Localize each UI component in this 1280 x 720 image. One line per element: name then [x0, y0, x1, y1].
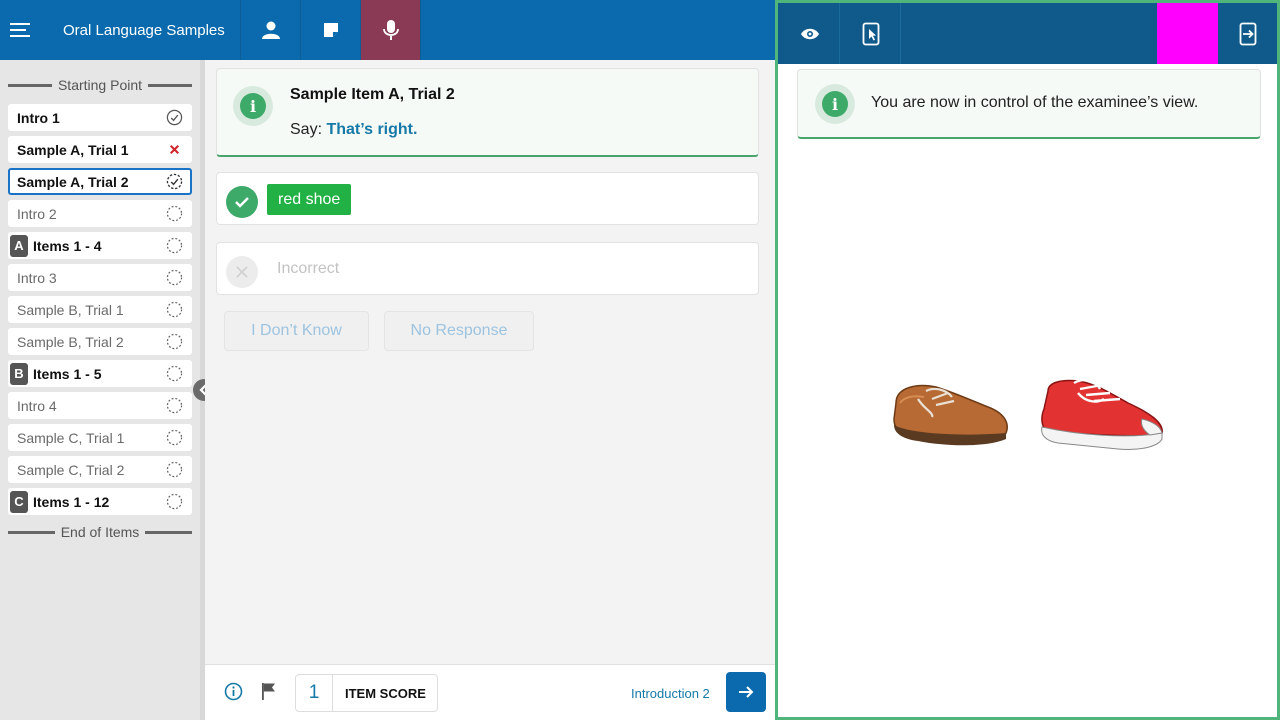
pending-circle-icon	[166, 237, 183, 254]
in-progress-check-icon	[166, 173, 183, 190]
tablet-pointer-button[interactable]	[841, 3, 901, 64]
sidebar-item-label: Intro 1	[17, 109, 60, 126]
pending-circle-icon	[166, 397, 183, 414]
sidebar-item-sample-a-trial-2[interactable]: Sample A, Trial 2	[8, 168, 192, 195]
starting-point-label: Starting Point	[57, 77, 143, 93]
say-instruction: Say: That’s right.	[290, 121, 417, 139]
pending-circle-icon	[166, 461, 183, 478]
examinee-toolbar	[778, 3, 1277, 64]
sidebar-item-label: Intro 2	[17, 205, 57, 222]
no-response-button[interactable]: No Response	[384, 311, 534, 351]
sidebar-item-sample-c-trial-1[interactable]: Sample C, Trial 1	[8, 424, 192, 451]
sidebar-item-label: Sample A, Trial 2	[17, 173, 129, 190]
exit-examinee-view-button[interactable]	[1218, 3, 1278, 64]
next-button[interactable]	[726, 672, 766, 712]
incorrect-label: Incorrect	[277, 260, 340, 277]
sidebar-item-label: Intro 3	[17, 269, 57, 286]
section-badge: C	[10, 490, 28, 513]
x-circle-icon	[226, 256, 258, 288]
section-badge: B	[10, 362, 28, 385]
dont-know-button[interactable]: I Don’t Know	[224, 311, 369, 351]
menu-button[interactable]	[0, 0, 42, 60]
top-bar: Oral Language Samples	[0, 0, 775, 60]
sidebar-item-sample-b-trial-2[interactable]: Sample B, Trial 2	[8, 328, 192, 355]
info-outline-icon[interactable]	[224, 682, 243, 701]
next-item-label: Introduction 2	[631, 686, 710, 701]
check-circle-icon	[166, 109, 183, 126]
x-mark-icon	[169, 144, 180, 155]
microphone-icon	[382, 20, 399, 40]
highlight-block	[1157, 3, 1218, 64]
pending-circle-icon	[166, 301, 183, 318]
sidebar-item-label: Items 1 - 5	[33, 365, 102, 382]
pending-circle-icon	[166, 493, 183, 510]
sidebar-item-label: Sample C, Trial 1	[17, 429, 125, 446]
item-title: Sample Item A, Trial 2	[290, 86, 455, 103]
section-badge: A	[10, 234, 28, 257]
sidebar-item-items-a[interactable]: A Items 1 - 4	[8, 232, 192, 259]
item-score-label: ITEM SCORE	[345, 685, 426, 701]
exit-icon	[1239, 22, 1257, 45]
menu-icon	[10, 23, 30, 37]
pending-circle-icon	[166, 205, 183, 222]
end-of-items-divider: End of Items	[8, 523, 192, 541]
stimulus-image	[893, 378, 1163, 450]
control-notice-text: You are now in control of the examinee’s…	[871, 94, 1199, 111]
sidebar-item-label: Sample C, Trial 2	[17, 461, 125, 478]
say-prefix: Say:	[290, 121, 323, 138]
instruction-card: i Sample Item A, Trial 2 Say: That’s rig…	[216, 68, 759, 157]
arrow-right-icon	[739, 686, 754, 698]
sidebar-item-label: Sample A, Trial 1	[17, 141, 129, 158]
end-of-items-label: End of Items	[60, 524, 140, 540]
sidebar-item-label: Items 1 - 4	[33, 237, 102, 254]
pending-circle-icon	[166, 429, 183, 446]
sidebar-item-intro-2[interactable]: Intro 2	[8, 200, 192, 227]
person-icon	[261, 21, 280, 39]
red-sneaker-image	[1041, 378, 1163, 450]
incorrect-option[interactable]: Incorrect	[216, 242, 759, 295]
sidebar-item-label: Sample B, Trial 2	[17, 333, 124, 350]
sidebar-item-sample-c-trial-2[interactable]: Sample C, Trial 2	[8, 456, 192, 483]
notes-button[interactable]	[301, 0, 361, 60]
sidebar-item-items-c[interactable]: C Items 1 - 12	[8, 488, 192, 515]
say-text: That’s right.	[326, 121, 418, 138]
item-score[interactable]: 1 ITEM SCORE	[295, 674, 438, 712]
control-notice: i You are now in control of the examinee…	[797, 69, 1261, 139]
sidebar-item-sample-a-trial-1[interactable]: Sample A, Trial 1	[8, 136, 192, 163]
examinee-view-panel: i You are now in control of the examinee…	[775, 0, 1280, 720]
pending-circle-icon	[166, 365, 183, 382]
flag-icon[interactable]	[261, 682, 277, 701]
note-icon	[323, 23, 338, 37]
pending-circle-icon	[166, 269, 183, 286]
brown-shoe-image	[893, 384, 1008, 446]
sidebar-item-label: Items 1 - 12	[33, 493, 110, 510]
microphone-button[interactable]	[361, 0, 421, 60]
app-title: Oral Language Samples	[42, 0, 241, 60]
pending-circle-icon	[166, 333, 183, 350]
info-badge: i	[815, 84, 855, 124]
sidebar-item-intro-1[interactable]: Intro 1	[8, 104, 192, 131]
response-chip[interactable]: red shoe	[267, 184, 352, 215]
examinee-button[interactable]	[241, 0, 301, 60]
eye-icon	[800, 28, 819, 39]
correct-response-card[interactable]: red shoe	[216, 172, 759, 225]
starting-point-divider: Starting Point	[8, 76, 192, 94]
info-badge: i	[233, 86, 273, 126]
sidebar-item-intro-4[interactable]: Intro 4	[8, 392, 192, 419]
info-icon: i	[822, 91, 848, 117]
sidebar-item-sample-b-trial-1[interactable]: Sample B, Trial 1	[8, 296, 192, 323]
preview-button[interactable]	[780, 3, 840, 64]
sidebar-item-label: Sample B, Trial 1	[17, 301, 124, 318]
sidebar-item-label: Intro 4	[17, 397, 57, 414]
info-icon: i	[240, 93, 266, 119]
check-icon	[226, 186, 258, 218]
sidebar-item-items-b[interactable]: B Items 1 - 5	[8, 360, 192, 387]
item-score-value: 1	[296, 675, 333, 711]
sidebar-item-intro-3[interactable]: Intro 3	[8, 264, 192, 291]
tablet-pointer-icon	[862, 22, 879, 45]
bottom-bar: 1 ITEM SCORE Introduction 2	[205, 664, 775, 720]
item-content: i Sample Item A, Trial 2 Say: That’s rig…	[205, 60, 775, 664]
